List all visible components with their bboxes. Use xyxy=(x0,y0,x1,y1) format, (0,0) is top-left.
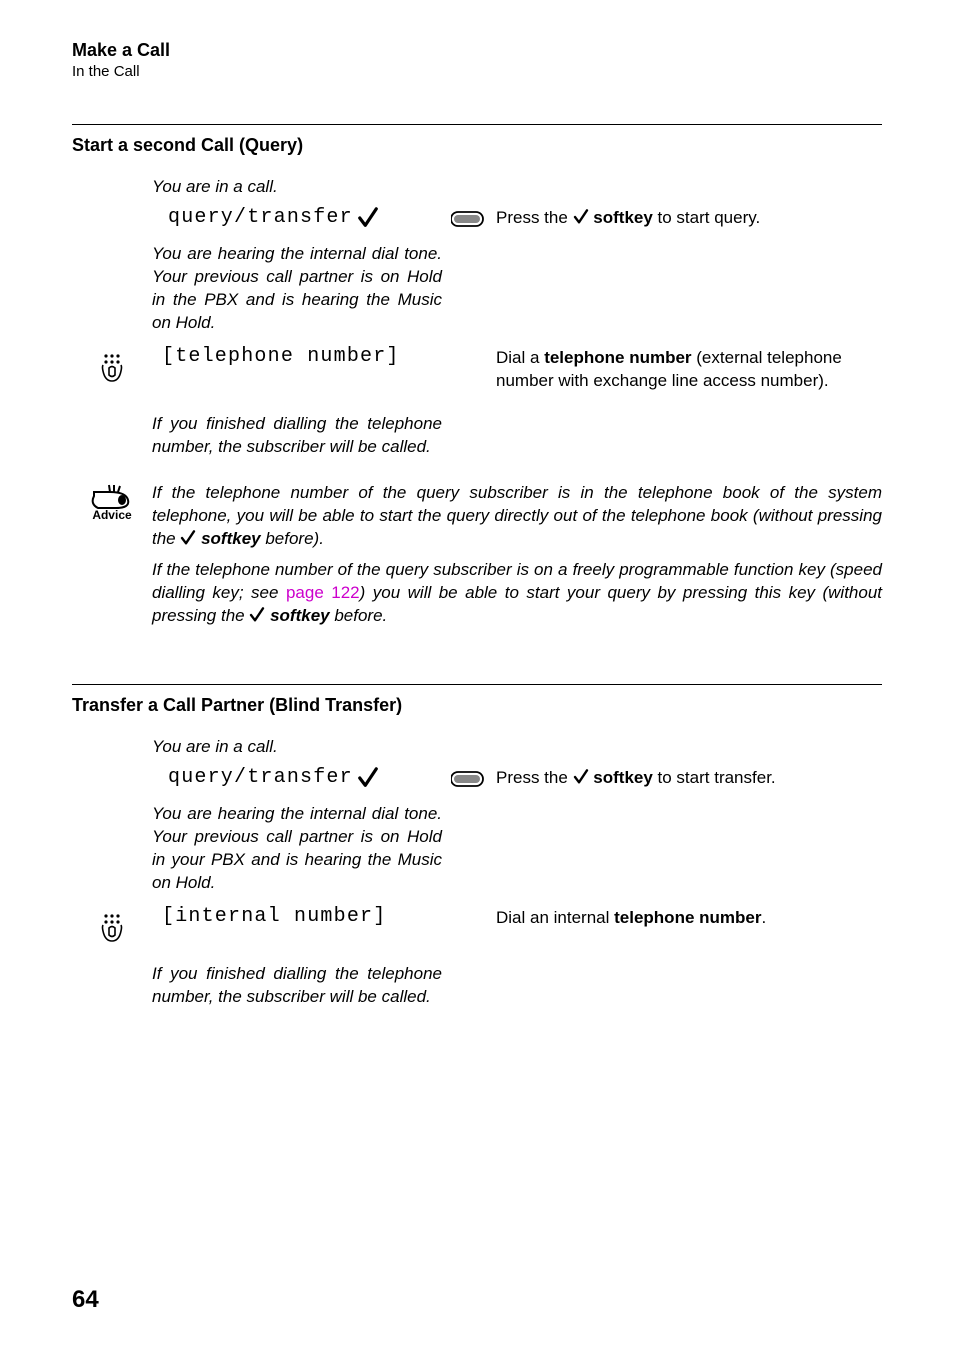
display-query-transfer: query/transfer xyxy=(152,207,442,229)
check-icon xyxy=(357,767,379,789)
advice-text: If the telephone number of the query sub… xyxy=(152,482,882,628)
advice-hand-icon xyxy=(90,482,134,510)
status-text: You are in a call. xyxy=(152,736,442,759)
display-internal-number: [internal number] xyxy=(152,907,442,927)
check-icon xyxy=(573,769,589,785)
status-text: You are hearing the internal dial tone. … xyxy=(152,803,442,895)
status-text: If you finished dialling the telephone n… xyxy=(152,963,442,1009)
instruction-text: Dial an internal telephone number. xyxy=(496,907,882,930)
check-icon xyxy=(357,207,379,229)
page-header-title: Make a Call xyxy=(72,40,882,61)
advice-label: Advice xyxy=(92,508,131,522)
display-telephone-number: [telephone number] xyxy=(152,347,442,367)
keypad-icon xyxy=(101,913,123,943)
status-text: You are hearing the internal dial tone. … xyxy=(152,243,442,335)
divider xyxy=(72,124,882,125)
section-heading-query: Start a second Call (Query) xyxy=(72,135,882,156)
status-text: You are in a call. xyxy=(152,176,442,199)
page-number: 64 xyxy=(72,1286,99,1314)
display-query-transfer: query/transfer xyxy=(152,767,442,789)
instruction-text: Dial a telephone number (external teleph… xyxy=(496,347,882,393)
keypad-icon xyxy=(101,353,123,383)
instruction-text: Press the softkey to start transfer. xyxy=(496,767,882,790)
check-icon xyxy=(573,209,589,225)
check-icon xyxy=(249,607,265,623)
page-link[interactable]: page 122 xyxy=(286,583,360,602)
divider xyxy=(72,684,882,685)
section-heading-transfer: Transfer a Call Partner (Blind Transfer) xyxy=(72,695,882,716)
check-icon xyxy=(180,530,196,546)
softkey-button-icon xyxy=(451,209,487,231)
page-header-subtitle: In the Call xyxy=(72,63,882,80)
instruction-text: Press the softkey to start query. xyxy=(496,207,882,230)
status-text: If you finished dialling the telephone n… xyxy=(152,413,442,459)
softkey-button-icon xyxy=(451,769,487,791)
